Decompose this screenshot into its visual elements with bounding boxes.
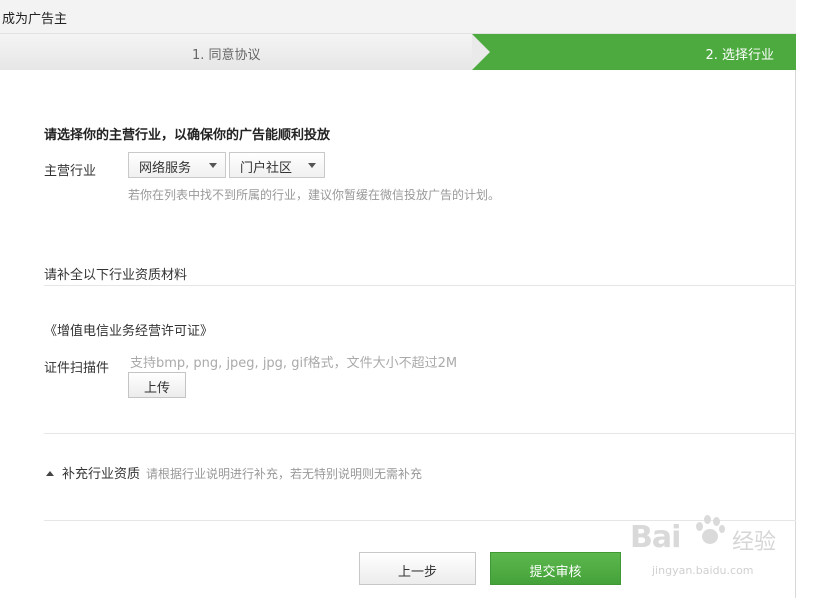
- primary-industry-select[interactable]: 网络服务: [128, 152, 226, 178]
- step-agree-protocol: 1. 同意协议: [0, 34, 472, 70]
- primary-industry-value: 网络服务: [139, 161, 192, 176]
- step-2-label: 2. 选择行业: [705, 48, 774, 63]
- step-1-label: 1. 同意协议: [192, 48, 261, 63]
- window-title: 成为广告主: [2, 12, 68, 27]
- scan-hint: 支持bmp, png, jpeg, jpg, gif格式，文件大小不超过2M: [130, 356, 458, 371]
- divider: [44, 285, 796, 286]
- title-bar: 成为广告主: [0, 0, 796, 34]
- watermark-url: jingyan.baidu.com: [652, 564, 754, 577]
- secondary-industry-select[interactable]: 门户社区: [229, 152, 325, 178]
- dialog-window: 成为广告主 1. 同意协议 2. 选择行业 请选择你的主营行业，以确保你的广告能…: [0, 0, 796, 598]
- baidu-jingyan-watermark: Bai 经验 jingyan.baidu.com: [622, 512, 812, 582]
- upload-button[interactable]: 上传: [128, 372, 186, 398]
- license-title: 《增值电信业务经营许可证》: [44, 324, 214, 339]
- previous-step-button[interactable]: 上一步: [359, 552, 476, 585]
- secondary-industry-value: 门户社区: [240, 161, 293, 176]
- paw-icon: [692, 512, 728, 548]
- divider: [44, 433, 796, 434]
- caret-up-icon: [46, 471, 54, 476]
- watermark-logo-text: Bai: [630, 520, 681, 555]
- industry-heading: 请选择你的主营行业，以确保你的广告能顺利投放: [44, 128, 331, 143]
- supplement-toggle[interactable]: 补充行业资质 请根据行业说明进行补充，若无特别说明则无需补充: [44, 463, 422, 482]
- step-select-industry: 2. 选择行业: [472, 34, 796, 70]
- watermark-jingyan-text: 经验: [732, 530, 777, 555]
- step-indicator: 1. 同意协议 2. 选择行业: [0, 34, 796, 70]
- supplement-label: 补充行业资质: [62, 467, 141, 482]
- supplement-hint: 请根据行业说明进行补充，若无特别说明则无需补充: [146, 467, 423, 481]
- chevron-down-icon: [209, 163, 217, 168]
- qualification-heading: 请补全以下行业资质材料: [44, 268, 188, 283]
- scan-label: 证件扫描件: [44, 361, 110, 376]
- industry-label: 主营行业: [44, 164, 97, 179]
- submit-review-button[interactable]: 提交审核: [490, 552, 621, 585]
- chevron-down-icon: [308, 163, 316, 168]
- industry-hint: 若你在列表中找不到所属的行业，建议你暂缓在微信投放广告的计划。: [128, 188, 501, 202]
